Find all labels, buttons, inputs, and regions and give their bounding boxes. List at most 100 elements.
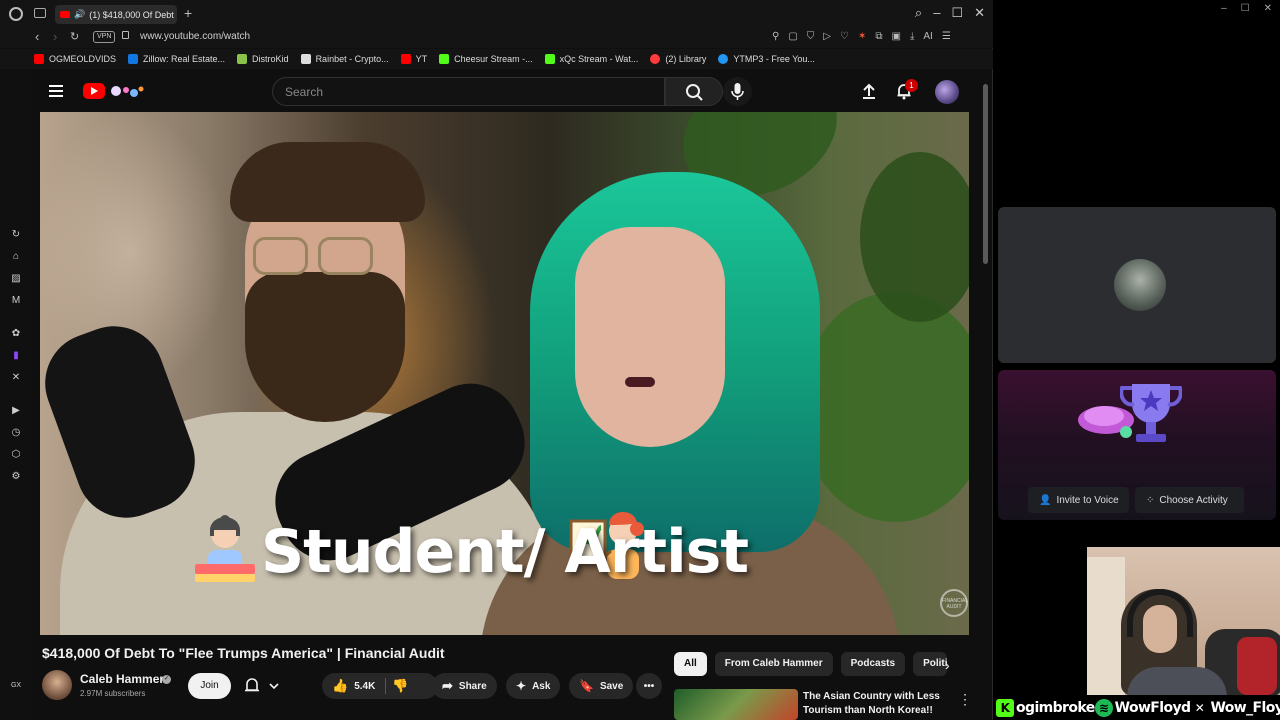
bookmark-label: Rainbet - Crypto... bbox=[315, 54, 389, 64]
extension-icons: ⚲ ▢ ⛉ ▷ ♡ ✶ ⧉ ▣ ⤓ AI ☰ bbox=[772, 31, 951, 42]
man-hair bbox=[230, 142, 425, 222]
profile-extension-icon[interactable]: ▣ bbox=[891, 31, 900, 42]
maximize-icon[interactable]: ☐ bbox=[1241, 3, 1250, 14]
gx-cleaner-icon[interactable]: ▨ bbox=[10, 273, 22, 285]
menu-icon[interactable]: ☰ bbox=[942, 31, 951, 42]
bookmark-label: Zillow: Real Estate... bbox=[143, 54, 226, 64]
bookmark-item[interactable]: Cheesur Stream -... bbox=[439, 54, 533, 64]
player-icon[interactable]: ▶ bbox=[10, 405, 22, 417]
heart-icon[interactable]: ♡ bbox=[840, 31, 849, 42]
more-actions-button[interactable]: ••• bbox=[636, 673, 662, 699]
chip-politics[interactable]: Politi bbox=[913, 652, 948, 676]
video-player[interactable]: Student/ Artist FINANCIAL AUDIT bbox=[40, 112, 969, 635]
minimize-icon[interactable]: – bbox=[1221, 3, 1227, 14]
ai-icon[interactable]: AI bbox=[923, 31, 932, 42]
speaker-icon[interactable]: 🔊 bbox=[74, 9, 85, 20]
bell-chevron-icon bbox=[245, 678, 279, 692]
search-tabs-icon[interactable]: ⌕ bbox=[915, 6, 922, 20]
opera-gx-logo-icon[interactable] bbox=[9, 7, 23, 21]
reload-icon[interactable]: ↻ bbox=[70, 30, 79, 43]
x-twitter-icon[interactable]: ✕ bbox=[10, 372, 22, 384]
vpn-badge[interactable]: VPN bbox=[93, 31, 116, 43]
more-vertical-icon[interactable]: ⋮ bbox=[958, 691, 972, 708]
channel-name[interactable]: Caleb Hammer bbox=[80, 672, 164, 686]
gx-corner-icon[interactable]: ↻ bbox=[10, 229, 22, 241]
bookmark-label: DistroKid bbox=[252, 54, 289, 64]
settings-icon[interactable]: ⚙ bbox=[10, 471, 22, 483]
close-icon[interactable]: ✕ bbox=[974, 6, 985, 20]
ask-button[interactable]: ✦ Ask bbox=[506, 673, 561, 699]
chip-from-channel[interactable]: From Caleb Hammer bbox=[714, 652, 833, 676]
like-count[interactable]: 5.4K bbox=[354, 681, 375, 692]
account-avatar[interactable] bbox=[935, 80, 959, 104]
bookmark-label: YT bbox=[415, 54, 428, 64]
discord-window-controls: – ☐ ✕ bbox=[1221, 3, 1272, 14]
hamburger-menu-icon[interactable] bbox=[49, 85, 63, 97]
subscription-bell-button[interactable] bbox=[240, 673, 288, 699]
bookmark-item[interactable]: xQc Stream - Wat... bbox=[544, 54, 638, 64]
chip-podcasts[interactable]: Podcasts bbox=[840, 652, 906, 676]
youtube-doodle-icon[interactable] bbox=[108, 82, 146, 100]
bookmark-item[interactable]: OGMEOLDVIDS bbox=[34, 54, 116, 64]
upload-icon[interactable] bbox=[861, 82, 877, 100]
page-scrollbar[interactable] bbox=[983, 84, 988, 264]
youtube-logo-icon[interactable] bbox=[83, 83, 105, 99]
channel-avatar[interactable] bbox=[42, 670, 72, 700]
bookmark-item[interactable]: DistroKid bbox=[237, 54, 289, 64]
social-handles-bar: K ogimbroke ≋ WowFloyd ✕ Wow_Floyd1 bbox=[996, 695, 1280, 720]
choose-activity-button[interactable]: ⁘ Choose Activity bbox=[1135, 487, 1244, 513]
ai-label: AI bbox=[923, 31, 933, 42]
share-button[interactable]: ➦ Share bbox=[432, 673, 497, 699]
bookmark-label: Cheesur Stream -... bbox=[454, 54, 533, 64]
maximize-icon[interactable]: ☐ bbox=[951, 6, 963, 20]
snapshot-icon[interactable]: ▢ bbox=[788, 31, 797, 42]
bookmark-item[interactable]: (2) Library bbox=[650, 54, 706, 64]
download-icon[interactable]: ⤓ bbox=[910, 31, 914, 42]
forward-icon[interactable]: › bbox=[53, 29, 57, 44]
twitch-icon[interactable]: ▮ bbox=[10, 350, 22, 362]
save-button[interactable]: 🔖 Save bbox=[569, 673, 634, 699]
tab-switcher-icon[interactable] bbox=[34, 8, 46, 18]
watermark-label: FINANCIAL AUDIT bbox=[942, 598, 969, 610]
minimize-icon[interactable]: – bbox=[933, 6, 940, 20]
extensions-icon[interactable]: ⬡ bbox=[10, 449, 22, 461]
pin-icon[interactable]: ⚲ bbox=[772, 31, 779, 42]
extension-red-icon[interactable]: ✶ bbox=[858, 31, 866, 42]
new-tab-button[interactable]: + bbox=[184, 6, 192, 20]
bookmark-item[interactable]: YT bbox=[400, 54, 428, 64]
bookmark-item[interactable]: YTMP3 - Free You... bbox=[718, 54, 815, 64]
gx-control-icon[interactable]: ⌂ bbox=[10, 251, 22, 263]
recommended-thumbnail[interactable] bbox=[674, 689, 798, 720]
voice-search-button[interactable] bbox=[723, 77, 752, 106]
recommended-title[interactable]: The Asian Country with Less Tourism than… bbox=[803, 690, 953, 718]
voice-participant-tile[interactable] bbox=[998, 207, 1276, 363]
gx-mods-icon[interactable]: M bbox=[10, 295, 22, 307]
chip-all[interactable]: All bbox=[674, 652, 707, 676]
back-icon[interactable]: ‹ bbox=[35, 29, 39, 44]
chatgpt-icon[interactable]: ✿ bbox=[10, 328, 22, 340]
bookmark-item[interactable]: Zillow: Real Estate... bbox=[128, 54, 225, 64]
thumbs-down-icon[interactable]: 👎 bbox=[392, 678, 408, 694]
address-bar: ‹ › ↻ VPN www.youtube.com/watch ⚲ ▢ ⛉ ▷ … bbox=[0, 28, 993, 48]
plant-leaf bbox=[860, 152, 969, 322]
shield-icon[interactable]: ⛉ bbox=[807, 31, 815, 42]
search-input[interactable]: Search bbox=[272, 77, 665, 106]
close-icon[interactable]: ✕ bbox=[1264, 3, 1272, 14]
gx-label: GX bbox=[10, 682, 22, 689]
man-beard bbox=[245, 272, 405, 422]
chevron-right-icon[interactable]: › bbox=[945, 657, 950, 673]
bookmark-item[interactable]: Rainbet - Crypto... bbox=[300, 54, 389, 64]
play-icon[interactable]: ▷ bbox=[823, 31, 831, 42]
thumbs-up-icon[interactable]: 👍 bbox=[332, 678, 348, 694]
tab-youtube[interactable]: 🔊 (1) $418,000 Of Debt T bbox=[55, 5, 177, 24]
history-icon[interactable]: ◷ bbox=[10, 427, 22, 439]
url-field[interactable]: www.youtube.com/watch bbox=[140, 31, 250, 42]
search-button[interactable] bbox=[665, 77, 723, 106]
invite-to-voice-button[interactable]: 👤 Invite to Voice bbox=[1028, 487, 1129, 513]
video-overlay-caption: Student/ Artist bbox=[260, 517, 749, 587]
social-handle: Wow_Floyd1 bbox=[1210, 699, 1280, 716]
window-controls: ⌕ – ☐ ✕ bbox=[915, 6, 985, 20]
join-button[interactable]: Join bbox=[188, 673, 231, 699]
puzzle-icon[interactable]: ⧉ bbox=[875, 31, 882, 42]
lock-icon[interactable] bbox=[122, 31, 129, 39]
